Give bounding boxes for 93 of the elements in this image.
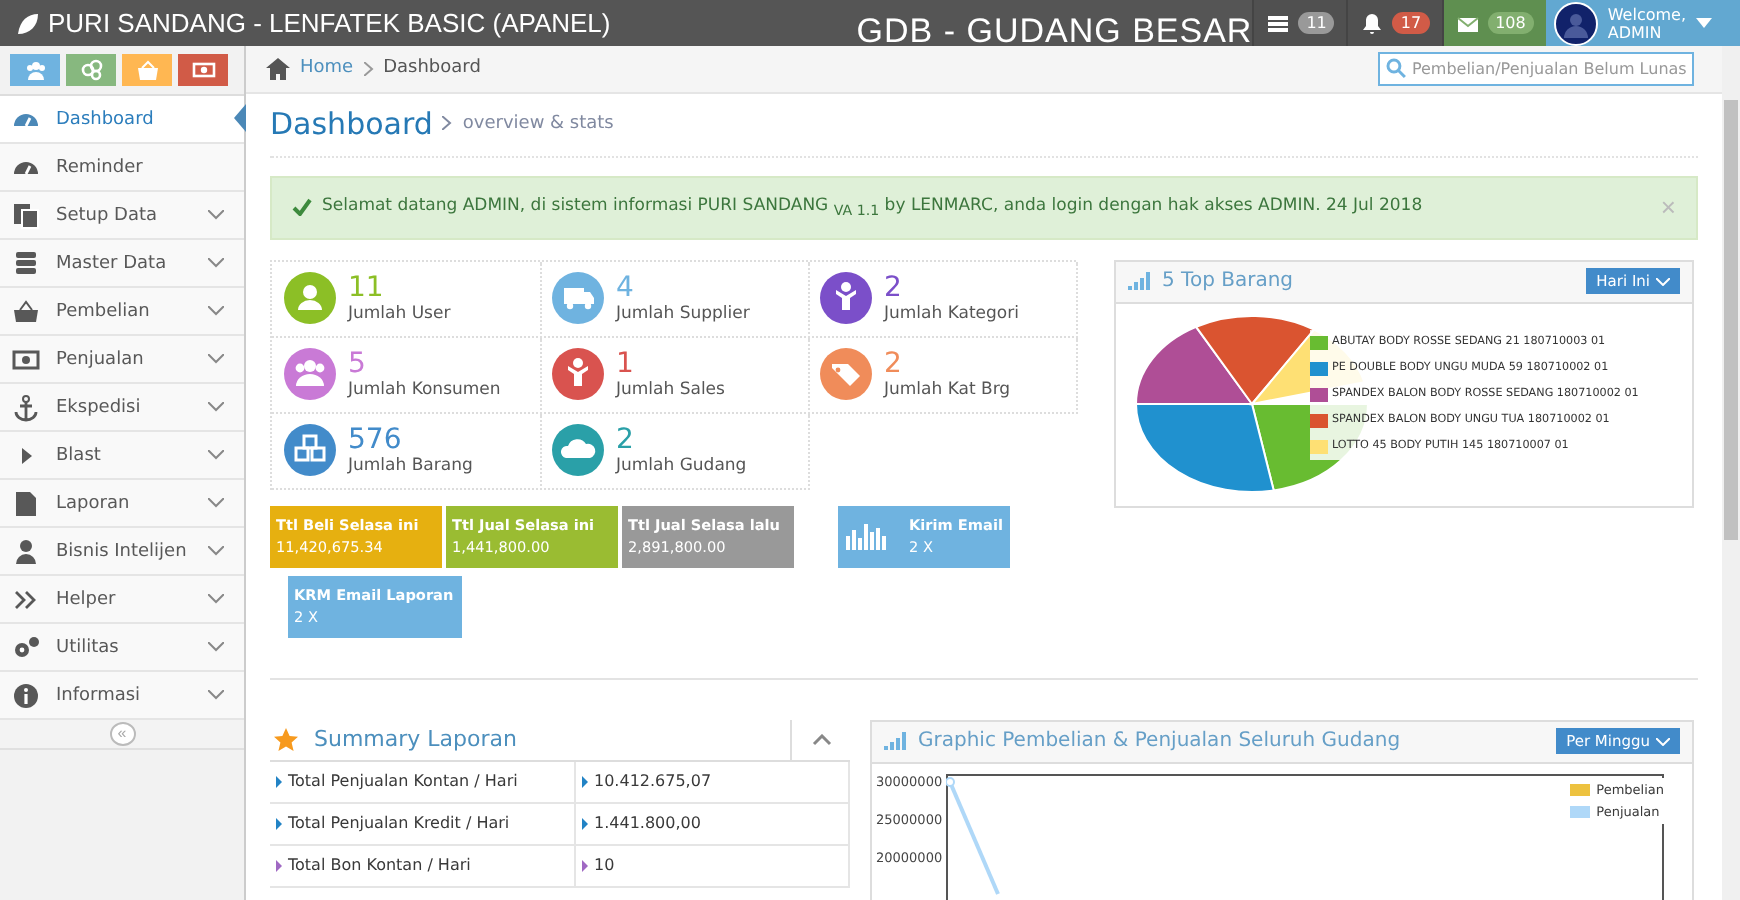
home-icon xyxy=(266,57,290,80)
table-cell: 10.412.675,07 xyxy=(576,761,850,802)
header-notification-button[interactable]: 11 xyxy=(1252,0,1347,46)
sidebar-item[interactable]: Setup Data xyxy=(0,192,244,240)
stat-label: Jumlah Konsumen xyxy=(348,379,501,400)
header-notification-button[interactable]: 17 xyxy=(1346,0,1442,46)
banknote-icon xyxy=(12,345,40,373)
sidebar-item[interactable]: Master Data xyxy=(0,240,244,288)
sidebar-item[interactable]: Penjualan xyxy=(0,336,244,384)
stat-value: 576 xyxy=(348,425,404,456)
leaf-icon xyxy=(16,11,40,35)
table-cell: Total Bon Kontan / Hari xyxy=(270,845,576,886)
sidebar-item[interactable]: Helper xyxy=(0,576,244,624)
shortcut-button[interactable] xyxy=(10,54,60,86)
signal-bars-icon xyxy=(884,732,906,751)
share-icon xyxy=(79,58,103,82)
scrollbar-thumb[interactable] xyxy=(1724,100,1738,540)
page-subtitle: overview & stats xyxy=(462,113,614,134)
stat-value: 1 xyxy=(616,349,636,380)
breadcrumb-link[interactable]: Home xyxy=(300,58,354,79)
info-icon xyxy=(12,681,40,709)
collapse-sidebar-button[interactable]: « xyxy=(109,722,135,746)
stat-value: 4 xyxy=(616,273,636,304)
warehouse-title: GDB - GUDANG BESAR xyxy=(854,11,1253,51)
stat-label: Jumlah Supplier xyxy=(616,303,750,324)
sidebar-item[interactable]: Bisnis Intelijen xyxy=(0,528,244,576)
table-cell: Total Penjualan Kredit / Hari xyxy=(270,803,576,844)
user-icon xyxy=(12,537,40,565)
stat-label: Jumlah Kat Brg xyxy=(884,379,1011,400)
database-icon xyxy=(12,249,40,277)
welcome-text: Welcome, xyxy=(1607,5,1686,23)
welcome-message: Selamat datang ADMIN, di sistem informasi PURI SANDANG $_{VA 1.1}$ by LENMARC, anda login dengan hak akses ADMIN. 24 Jul 2018 xyxy=(322,196,1425,220)
table-cell: 10 xyxy=(576,845,850,886)
chevron-right-icon xyxy=(363,61,374,76)
sidebar-item[interactable]: Blast xyxy=(0,432,244,480)
documents-icon xyxy=(12,201,40,229)
panel-title: Graphic Pembelian & Penjualan Seluruh Gudang xyxy=(918,730,1401,753)
count-badge: 11 xyxy=(1298,12,1335,34)
users-icon xyxy=(23,58,47,82)
sidebar-item[interactable]: Laporan xyxy=(0,480,244,528)
sidebar-item[interactable]: Pembelian xyxy=(0,288,244,336)
search-field[interactable]: Pembelian/Penjualan Belum Lunas xyxy=(1378,51,1694,86)
sidebar-item[interactable]: Reminder xyxy=(0,144,244,192)
shortcut-button[interactable] xyxy=(66,54,116,86)
bell-icon xyxy=(1360,11,1385,35)
sidebar-item[interactable]: Informasi xyxy=(0,672,244,720)
list-icon xyxy=(1266,11,1291,35)
stat-value: 5 xyxy=(348,349,368,380)
bar-chart-icon xyxy=(845,522,890,551)
basket-icon xyxy=(12,297,40,325)
panel-title: Summary Laporan xyxy=(314,726,517,753)
page-title: Dashboard xyxy=(270,105,433,142)
count-badge: 17 xyxy=(1392,12,1430,34)
chevron-down-icon xyxy=(1656,737,1670,746)
chevron-up-icon xyxy=(811,733,831,746)
stat-label: Jumlah Sales xyxy=(616,379,725,400)
stat-label: Jumlah Kategori xyxy=(884,303,1019,324)
stat-label: Jumlah Gudang xyxy=(616,455,747,476)
stat-value: 11 xyxy=(348,273,386,304)
stat-value: 2 xyxy=(884,273,904,304)
shortcut-button[interactable] xyxy=(178,54,228,86)
header-notification-button[interactable]: 108 xyxy=(1441,0,1546,46)
signal-bars-icon xyxy=(1128,272,1150,291)
user-menu[interactable]: Welcome, ADMIN xyxy=(1545,0,1740,46)
user-name: ADMIN xyxy=(1607,23,1664,41)
anchor-icon xyxy=(12,393,40,421)
gears-icon xyxy=(12,633,40,661)
count-badge: 108 xyxy=(1487,12,1534,34)
star-icon xyxy=(274,727,298,752)
sidebar-item[interactable]: Utilitas xyxy=(0,624,244,672)
envelope-icon xyxy=(1455,11,1480,35)
chevron-down-icon xyxy=(1656,277,1670,286)
stat-value: 2 xyxy=(884,349,904,380)
shortcut-button[interactable] xyxy=(122,54,172,86)
checkmark-icon xyxy=(292,198,312,217)
banknote-icon xyxy=(191,58,215,82)
basket-icon xyxy=(135,58,159,82)
panel-title: 5 Top Barang xyxy=(1162,270,1294,293)
caret-icon xyxy=(1696,18,1712,28)
stat-label: Jumlah Barang xyxy=(348,455,473,476)
table-cell: Total Penjualan Kontan / Hari xyxy=(270,761,576,802)
stat-value: 2 xyxy=(616,425,636,456)
document-icon xyxy=(12,489,40,517)
active-pointer-icon xyxy=(234,104,246,132)
table-cell: 1.441.800,00 xyxy=(576,803,850,844)
chevron-right-icon xyxy=(442,116,453,131)
sidebar-item[interactable]: Ekspedisi xyxy=(0,384,244,432)
double-chevron-icon xyxy=(12,585,40,613)
app-title: PURI SANDANG - LENFATEK BASIC (APANEL) xyxy=(48,8,611,38)
scrollbar[interactable] xyxy=(1722,46,1740,900)
breadcrumb-current: Dashboard xyxy=(383,58,481,79)
search-icon xyxy=(1386,58,1406,79)
stat-label: Jumlah User xyxy=(348,303,451,324)
